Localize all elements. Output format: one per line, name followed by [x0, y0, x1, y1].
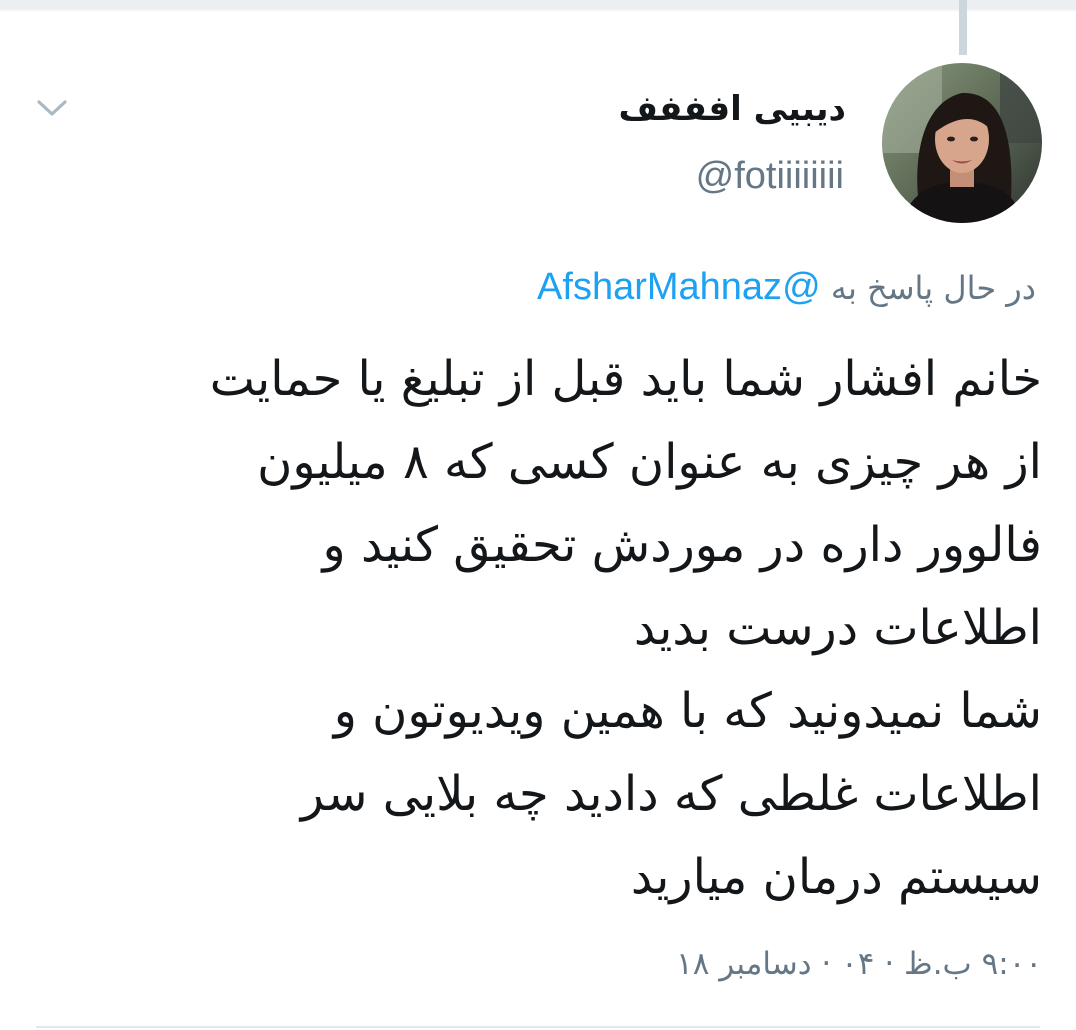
profile-photo-icon: [882, 63, 1042, 223]
chevron-down-icon[interactable]: [34, 96, 70, 120]
tweet-text-line: خانم افشار شما باید قبل از تبلیغ یا حمای…: [209, 351, 1042, 407]
avatar[interactable]: [882, 63, 1042, 223]
tweet-timestamp[interactable]: ۹:۰۰ ب.ظ · ۰۴ · دسامبر ۱۸: [676, 940, 1042, 988]
tweet-text-line: اطلاعات درست بدید: [633, 600, 1042, 656]
author-handle[interactable]: @fotiiiiiiii: [696, 152, 844, 200]
bottom-divider: [36, 1026, 1040, 1028]
tweet-text: خانم افشار شما باید قبل از تبلیغ یا حمای…: [32, 338, 1042, 919]
tweet-text-line: فالوور داره در موردش تحقیق کنید و: [322, 517, 1042, 573]
tweet-text-line: سیستم درمان میارید: [630, 849, 1042, 905]
reply-mention-link[interactable]: @AfsharMahnaz: [537, 266, 821, 308]
reply-context: در حال پاسخ به @AfsharMahnaz: [537, 262, 1036, 313]
tweet-text-line: اطلاعات غلطی که دادید چه بلایی سر: [300, 766, 1042, 822]
author-display-name[interactable]: دیبیی افففف: [618, 85, 846, 133]
thread-connector-line: [959, 0, 967, 55]
tweet-text-line: از هر چیزی به عنوان کسی که ۸ میلیون: [257, 434, 1042, 490]
top-divider: [0, 0, 1076, 12]
reply-prefix: در حال پاسخ به: [830, 269, 1036, 307]
tweet-text-line: شما نمیدونید که با همین ویدیوتون و: [333, 683, 1042, 739]
